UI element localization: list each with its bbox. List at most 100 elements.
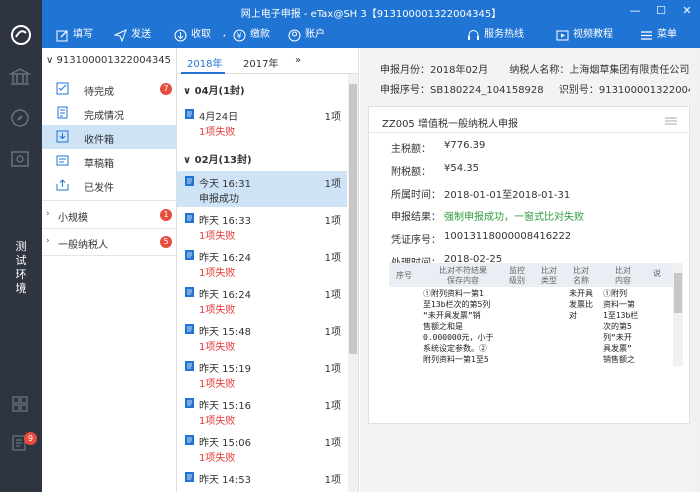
bank-icon[interactable] [9,66,31,88]
tab-2017[interactable]: 2017年 [243,55,278,70]
document-icon [185,176,194,186]
receive-button[interactable]: 收取 [174,22,211,48]
scrollbar-thumb[interactable] [349,84,357,354]
message-item[interactable]: 昨天 14:53 1项 [177,467,347,492]
nav-item-drafts[interactable]: 草稿箱 [42,149,177,173]
minimize-button[interactable]: — [622,0,648,22]
menu-label: 菜单 [657,29,677,40]
period-value: 2018年02月 [430,65,489,76]
message-count: 1项 [324,364,341,375]
svg-text:¥: ¥ [237,31,242,40]
message-item[interactable]: 昨天 15:19 1项失败 1项 [177,356,347,392]
nav-item-completion[interactable]: 完成情况 [42,101,177,125]
compose-button[interactable]: 填写 [56,22,93,48]
active-tab-indicator [181,72,225,74]
column-header: 说 [653,269,661,278]
message-item[interactable]: 今天 16:31 申报成功 1项 [177,171,347,207]
message-list-scrollbar[interactable] [348,74,358,492]
year-tabs: 2018年 2017年 » [177,48,359,74]
row-content: ①附列资料一第1 至13b栏次的第5列 “未开具发票”销 售额之和是 0.000… [423,289,494,364]
row-name: 未开具 发票比 对 [569,289,593,320]
maximize-button[interactable]: ☐ [648,0,674,22]
message-item[interactable]: 昨天 16:24 1项失败 1项 [177,282,347,318]
account-button[interactable]: 账户 [288,22,325,48]
tab-2018[interactable]: 2018年 [187,55,222,70]
message-date: 昨天 14:53 [199,475,251,486]
main-tax-label: 主税额： [391,144,431,155]
column-header: 比对 名称 [573,266,589,285]
message-count: 1项 [324,179,341,190]
nav-item-label: 待完成 [84,87,114,98]
left-sidebar: 测试环境 9 [0,0,42,492]
month-header[interactable]: ∨ 02月(13封) [183,151,252,166]
message-item[interactable]: 昨天 15:06 1项失败 1项 [177,430,347,466]
taxpayer-label: 纳税人名称： [509,65,570,76]
pending-badge: 7 [160,83,172,95]
compose-label: 填写 [73,29,93,40]
card-menu-icon[interactable] [665,117,677,125]
message-item[interactable]: 昨天 16:24 1项失败 1项 [177,245,347,281]
grid-icon[interactable] [9,393,31,415]
message-date: 昨天 15:06 [199,438,251,449]
voucher-value: 10013118000008416222 [444,231,572,242]
collapse-arrow-icon: ∨ [183,155,195,166]
close-button[interactable]: ✕ [674,0,700,22]
document-icon [185,435,194,445]
account-label: 账户 [305,29,325,40]
send-button[interactable]: 发送 [114,22,151,48]
id-label: 识别号： [558,85,599,96]
column-header: 比对不符结果 保存内容 [439,266,487,285]
collapse-arrow-icon: ∨ [183,86,195,97]
more-tabs-button[interactable]: » [295,55,301,66]
month-label: 04月(1封) [194,86,245,97]
nav-item-sent[interactable]: 已发件 [42,173,177,197]
period-label: 申报月份： [380,65,430,76]
period-time-row: 所属时间： 2018-01-01至2018-01-31 [391,186,570,201]
message-date: 昨天 16:24 [199,290,251,301]
column-header: 比对 内容 [615,266,631,285]
receive-label: 收取 [191,29,211,40]
group-small-scale[interactable]: › 小规模 1 [42,202,177,228]
main-tax-value: ¥776.39 [444,140,486,151]
nav-item-inbox[interactable]: 收件箱 [42,125,177,149]
document-icon [185,109,194,119]
detail-scrollbar[interactable] [690,48,700,492]
document-icon [185,287,194,297]
compass-icon[interactable] [9,107,31,129]
hotline-button[interactable]: 服务热线 [467,22,524,48]
result-row: 申报结果： 强制申报成功，一窗式比对失败 [391,208,584,223]
window-title: 网上电子申报 - eTax@SH 3【913100001322004345】 [240,9,502,20]
draft-icon [56,155,69,166]
menu-button[interactable]: 菜单 [640,22,677,48]
group-badge: 5 [160,236,172,248]
sub-tax-value: ¥54.35 [444,163,479,174]
voucher-row: 凭证序号： 10013118000008416222 [391,231,571,246]
account-node[interactable]: ∨ 913100001322004345 [46,55,171,66]
message-item[interactable]: 昨天 16:33 1项失败 1项 [177,208,347,244]
app-logo-icon [11,25,31,45]
download-icon [174,29,187,41]
message-count: 1项 [324,401,341,412]
sub-tax-label: 附税额： [391,167,431,178]
message-count: 1项 [324,112,341,123]
nav-item-pending[interactable]: 待完成 7 [42,77,177,101]
table-scrollbar[interactable] [673,263,683,366]
scrollbar-thumb[interactable] [674,273,682,313]
hamburger-icon [641,30,652,40]
email-icon[interactable] [9,148,31,170]
title-bar: 网上电子申报 - eTax@SH 3【913100001322004345】 —… [42,0,700,22]
result-value: 强制申报成功，一窗式比对失败 [444,212,584,223]
notification-badge: 9 [24,432,37,445]
video-tutorial-button[interactable]: 视频教程 [556,22,613,48]
document-icon [185,250,194,260]
group-general-taxpayer[interactable]: › 一般纳税人 5 [42,229,177,255]
upload-icon [56,179,69,191]
message-status: 1项失败 [199,268,236,279]
message-item[interactable]: 4月24日 1项失败 1项 [177,104,347,140]
message-date: 4月24日 [199,112,239,123]
main-tax-row: 主税额： ¥776.39 [391,140,485,155]
message-item[interactable]: 昨天 15:16 1项失败 1项 [177,393,347,429]
message-item[interactable]: 昨天 15:48 1项失败 1项 [177,319,347,355]
month-header[interactable]: ∨ 04月(1封) [183,82,245,97]
pay-button[interactable]: ¥ 缴款 [223,22,270,48]
